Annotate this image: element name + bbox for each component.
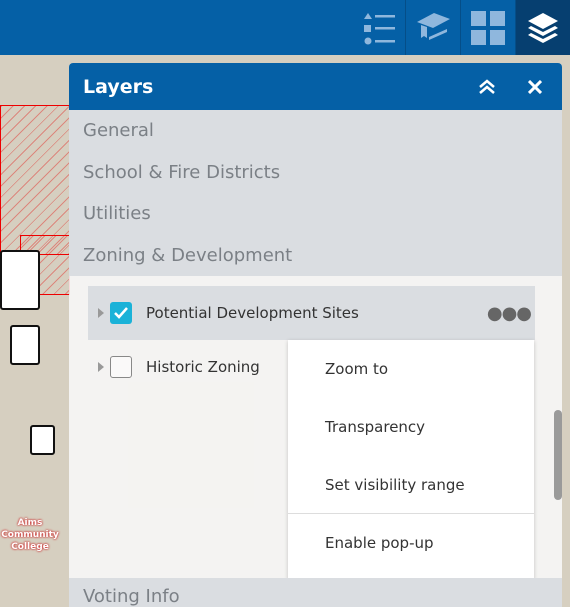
menu-item-transparency[interactable]: Transparency (288, 398, 534, 456)
category-voting-info[interactable]: Voting Info (69, 578, 562, 607)
menu-item-zoom-to[interactable]: Zoom to (288, 340, 534, 398)
layer-checkbox[interactable] (110, 302, 132, 324)
top-toolbar (0, 0, 570, 55)
category-utilities[interactable]: Utilities (69, 193, 562, 235)
legend-icon (363, 12, 395, 44)
panel-title: Layers (83, 75, 154, 98)
layers-icon (528, 12, 558, 43)
category-zoning-development[interactable]: Zoning & Development (69, 234, 562, 276)
checkmark-icon (114, 307, 128, 319)
development-site (10, 325, 40, 365)
category-school-fire-districts[interactable]: School & Fire Districts (69, 151, 562, 193)
tab-legend[interactable] (350, 0, 405, 55)
more-options-button[interactable]: ●●● (487, 303, 532, 324)
layer-row-potential-development-sites[interactable]: Potential Development Sites ●●● (88, 286, 535, 340)
development-site (0, 250, 40, 310)
zoning-area (0, 105, 70, 255)
close-button[interactable] (523, 75, 547, 99)
map-label: Aims Community College (1, 518, 59, 552)
layer-options-menu: Zoom to Transparency Set visibility rang… (288, 340, 534, 580)
tab-tutorial[interactable] (405, 0, 460, 55)
scrollbar[interactable] (554, 410, 562, 500)
layer-label: Historic Zoning (146, 358, 260, 376)
layers-panel: Layers General School & Fire Districts U… (69, 63, 562, 607)
close-icon (528, 80, 542, 94)
tab-layers[interactable] (515, 0, 570, 55)
double-chevron-up-icon (479, 79, 495, 94)
expand-caret-icon[interactable] (98, 362, 104, 372)
menu-item-enable-pop-up[interactable]: Enable pop-up (288, 514, 534, 572)
grid-icon (471, 10, 505, 45)
menu-item-set-visibility-range[interactable]: Set visibility range (288, 456, 534, 514)
development-site (30, 425, 55, 455)
category-general[interactable]: General (69, 110, 562, 152)
collapse-button[interactable] (475, 75, 499, 99)
graduation-cap-icon (417, 12, 450, 40)
layer-label: Potential Development Sites (146, 304, 359, 322)
tab-basemap-gallery[interactable] (460, 0, 515, 55)
layer-checkbox[interactable] (110, 356, 132, 378)
expand-caret-icon[interactable] (98, 308, 104, 318)
panel-header: Layers (69, 63, 562, 110)
